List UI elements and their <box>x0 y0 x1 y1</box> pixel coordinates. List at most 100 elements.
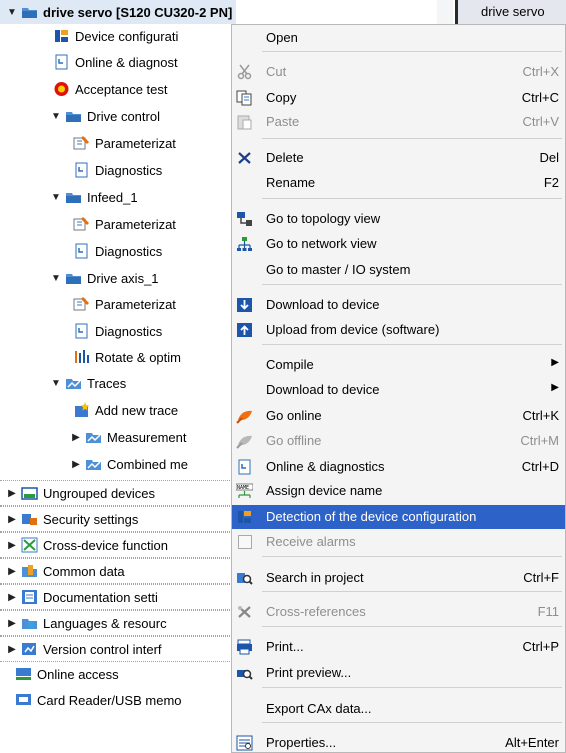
tree-item-label: Diagnostics <box>95 243 163 259</box>
tree-item[interactable]: ▶ Cross-device function <box>0 532 236 558</box>
submenu-arrow-icon: ▶ <box>551 357 559 368</box>
expand-arrow-icon[interactable]: ▶ <box>6 618 18 629</box>
tree-item[interactable]: Card Reader/USB memo <box>0 688 236 712</box>
tree-item[interactable]: ▼ Drive axis_1 <box>0 266 236 290</box>
collapse-arrow-icon[interactable]: ▼ <box>6 7 18 18</box>
tree-item[interactable]: Parameterizat <box>0 212 236 236</box>
expand-arrow-icon[interactable]: ▶ <box>6 566 18 577</box>
expand-arrow-icon[interactable]: ▶ <box>6 514 18 525</box>
menu-item-label: Paste <box>266 114 300 129</box>
tree-item[interactable]: Online access <box>0 662 236 686</box>
expand-arrow-icon[interactable]: ▶ <box>70 432 82 443</box>
menu-separator <box>262 198 562 199</box>
menu-item[interactable]: Go online Ctrl+K <box>232 404 565 428</box>
tree-item[interactable]: Acceptance test <box>0 77 236 101</box>
menu-item-shortcut: Ctrl+M <box>520 433 559 448</box>
menu-item[interactable]: Go to master / IO system <box>232 258 565 282</box>
tree-item[interactable]: ▼ Traces <box>0 371 236 395</box>
menu-item[interactable]: NAME Assign device name <box>232 479 565 503</box>
menu-item[interactable]: Copy Ctrl+C <box>232 86 565 110</box>
diagnostics-icon <box>73 323 90 339</box>
infeed-folder-icon <box>65 189 82 205</box>
expand-arrow-icon[interactable]: ▶ <box>6 488 18 499</box>
tree-item[interactable]: Diagnostics <box>0 319 236 343</box>
tree-item[interactable]: Parameterizat <box>0 292 236 316</box>
paste-icon <box>236 114 253 130</box>
expand-arrow-icon[interactable]: ▶ <box>70 459 82 470</box>
menu-item[interactable]: Search in project Ctrl+F <box>232 566 565 590</box>
menu-item[interactable]: Go to topology view <box>232 207 565 231</box>
menu-item[interactable]: Delete Del <box>232 146 565 170</box>
menu-separator <box>262 138 562 139</box>
tree-item[interactable]: ▶ Measurement <box>0 425 236 449</box>
menu-item[interactable]: Download to device ▶ <box>232 378 565 402</box>
tree-item[interactable]: ▼ Infeed_1 <box>0 185 236 209</box>
expand-arrow-icon[interactable]: ▶ <box>6 540 18 551</box>
collapse-arrow-icon[interactable]: ▼ <box>50 273 62 284</box>
tree-item[interactable]: ▶ Common data <box>0 558 236 584</box>
menu-item[interactable]: Download to device <box>232 293 565 317</box>
menu-item-shortcut: Ctrl+P <box>522 639 559 654</box>
receive-alarms-checkbox <box>238 535 252 549</box>
tree-item[interactable]: ▶ Version control interf <box>0 636 236 662</box>
menu-item-label: Open <box>266 30 298 45</box>
menu-item-label: Download to device <box>266 297 380 312</box>
tree-item-label: drive servo [S120 CU320-2 PN] <box>43 4 233 20</box>
collapse-arrow-icon[interactable]: ▼ <box>50 111 62 122</box>
cut-icon <box>236 64 253 80</box>
tree-item[interactable]: Diagnostics <box>0 239 236 263</box>
tree-item[interactable]: Add new trace <box>0 398 236 422</box>
tree-item[interactable]: Online & diagnost <box>0 50 236 74</box>
editor-tab[interactable]: drive servo <box>455 0 566 24</box>
tree-item[interactable]: ▼ Drive control <box>0 104 236 128</box>
menu-item[interactable]: Print... Ctrl+P <box>232 635 565 659</box>
tree-item[interactable]: ▶ Combined me <box>0 452 236 476</box>
delete-icon <box>236 150 253 166</box>
tree-item[interactable]: ▼ drive servo [S120 CU320-2 PN] <box>0 0 236 24</box>
acceptance-test-icon <box>53 81 70 97</box>
menu-item[interactable]: Go to network view <box>232 232 565 256</box>
expand-arrow-icon[interactable]: ▶ <box>6 592 18 603</box>
tree-item-label: Measurement <box>107 429 187 445</box>
tree-item-label: Parameterizat <box>95 296 176 312</box>
menu-item[interactable]: Export CAx data... <box>232 697 565 721</box>
menu-item-label: Search in project <box>266 570 364 585</box>
tree-item[interactable]: Parameterizat <box>0 131 236 155</box>
tree-item[interactable]: ▶ Documentation setti <box>0 584 236 610</box>
tree-item[interactable]: ▶ Languages & resourc <box>0 610 236 636</box>
menu-item: Cross-references F11 <box>232 600 565 624</box>
menu-item[interactable]: Rename F2 <box>232 171 565 195</box>
menu-item-label: Receive alarms <box>266 534 356 549</box>
diagnostics-icon <box>73 243 90 259</box>
tree-item-label: Rotate & optim <box>95 349 181 365</box>
print-icon <box>236 639 253 655</box>
submenu-arrow-icon: ▶ <box>551 382 559 393</box>
tree-item[interactable]: Rotate & optim <box>0 345 236 369</box>
menu-item[interactable]: Detection of the device configuration <box>232 505 565 529</box>
menu-item[interactable]: Upload from device (software) <box>232 318 565 342</box>
security-settings-icon <box>21 511 38 527</box>
tree-item[interactable]: ▶ Ungrouped devices <box>0 480 236 506</box>
go-offline-icon <box>236 433 253 449</box>
tree-item-label: Security settings <box>43 511 139 527</box>
expand-arrow-icon[interactable]: ▶ <box>6 644 18 655</box>
tree-item-label: Common data <box>43 563 125 579</box>
menu-item-shortcut: Ctrl+F <box>523 570 559 585</box>
menu-item[interactable]: Compile ▶ <box>232 353 565 377</box>
menu-item[interactable]: Online & diagnostics Ctrl+D <box>232 455 565 479</box>
menu-item[interactable]: Open <box>232 26 565 50</box>
tree-item[interactable]: Device configurati <box>0 24 236 48</box>
menu-item[interactable]: Properties... Alt+Enter <box>232 731 565 752</box>
menu-item[interactable]: Print preview... <box>232 661 565 685</box>
languages-icon <box>21 615 38 631</box>
cross-references-icon <box>236 604 253 620</box>
tree-item[interactable]: Diagnostics <box>0 158 236 182</box>
collapse-arrow-icon[interactable]: ▼ <box>50 192 62 203</box>
editor-splitter[interactable] <box>437 0 453 24</box>
menu-item-shortcut: Alt+Enter <box>505 735 559 750</box>
collapse-arrow-icon[interactable]: ▼ <box>50 378 62 389</box>
context-menu: Open Cut Ctrl+X Copy Ctrl+C Paste Ctrl+V Delete… <box>231 24 566 753</box>
tree-item[interactable]: ▶ Security settings <box>0 506 236 532</box>
online-access-icon <box>15 666 32 682</box>
menu-separator <box>262 284 562 285</box>
